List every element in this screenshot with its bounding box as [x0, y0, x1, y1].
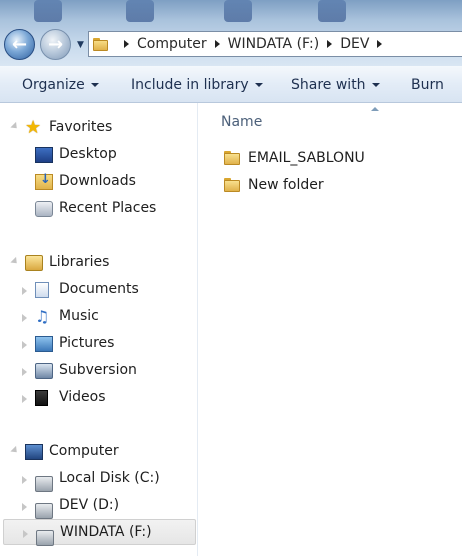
nav-item-windata-f[interactable]: WINDATA (F:) — [3, 519, 196, 546]
documents-icon — [35, 282, 49, 298]
subversion-icon — [35, 363, 53, 379]
videos-icon — [35, 390, 48, 406]
desktop-icon — [35, 147, 53, 163]
nav-item-dev-d[interactable]: DEV (D:) — [0, 493, 196, 519]
caret-down-icon — [90, 83, 99, 87]
nav-item-label: WINDATA (F:) — [60, 524, 152, 540]
back-button[interactable]: ← — [4, 29, 35, 60]
forward-arrow-icon: → — [47, 34, 64, 55]
nav-item-label: Videos — [59, 389, 106, 405]
expand-arrow-icon[interactable] — [22, 287, 27, 295]
caret-down-icon — [254, 83, 263, 87]
nav-item-label: Subversion — [59, 362, 137, 378]
column-header-name[interactable]: Name — [221, 114, 262, 130]
nav-item-label: DEV (D:) — [59, 497, 120, 513]
nav-item-label: Documents — [59, 281, 139, 297]
navigation-pane: ★ Favorites Desktop Downloads Recent Pla… — [0, 103, 198, 556]
expand-arrow-icon[interactable] — [22, 395, 27, 403]
nav-favorites-label: Favorites — [49, 119, 113, 135]
nav-item-documents[interactable]: Documents — [0, 277, 196, 303]
pictures-icon — [35, 336, 53, 352]
expand-arrow-icon[interactable] — [22, 368, 27, 376]
file-list-pane: Name EMAIL_SABLONU New folder — [199, 103, 462, 556]
file-item-label: EMAIL_SABLONU — [248, 150, 365, 166]
background-decoration — [318, 0, 346, 22]
organize-button[interactable]: Organize — [22, 77, 99, 93]
forward-button[interactable]: → — [40, 29, 71, 60]
hard-drive-icon — [36, 530, 54, 546]
breadcrumb-windata[interactable]: WINDATA (F:) — [228, 36, 320, 52]
address-bar[interactable]: Computer WINDATA (F:) DEV — [88, 31, 462, 57]
share-label: Share with — [291, 77, 366, 93]
nav-item-music[interactable]: ♫ Music — [0, 304, 196, 330]
downloads-icon — [35, 172, 53, 190]
background-decoration — [224, 0, 252, 22]
back-arrow-icon: ← — [11, 34, 28, 55]
nav-item-label: Downloads — [59, 173, 136, 189]
folder-icon — [224, 178, 240, 192]
nav-computer[interactable]: Computer — [0, 439, 196, 465]
recent-pages-dropdown-icon[interactable]: ▼ — [77, 40, 84, 50]
burn-button[interactable]: Burn — [411, 77, 444, 93]
nav-item-local-disk-c[interactable]: Local Disk (C:) — [0, 466, 196, 492]
include-label: Include in library — [131, 77, 249, 93]
expand-arrow-icon[interactable] — [22, 503, 27, 511]
nav-libraries-label: Libraries — [49, 254, 110, 270]
hard-drive-icon — [35, 476, 53, 492]
nav-item-label: Music — [59, 308, 99, 324]
background-decoration — [34, 0, 62, 22]
breadcrumb-separator-icon[interactable] — [124, 40, 129, 48]
nav-item-label: Recent Places — [59, 200, 157, 216]
file-item[interactable]: EMAIL_SABLONU — [221, 147, 451, 171]
music-note-icon: ♫ — [35, 307, 50, 326]
expand-arrow-icon[interactable] — [22, 476, 27, 484]
expand-arrow-icon[interactable] — [22, 314, 27, 322]
nav-item-desktop[interactable]: Desktop — [0, 142, 196, 168]
include-in-library-button[interactable]: Include in library — [131, 77, 263, 93]
folder-icon — [93, 37, 108, 51]
folder-icon — [224, 151, 240, 165]
recent-places-icon — [35, 201, 53, 217]
expand-arrow-icon[interactable] — [10, 121, 20, 132]
nav-item-videos[interactable]: Videos — [0, 385, 196, 411]
expand-arrow-icon[interactable] — [23, 530, 28, 538]
expand-arrow-icon[interactable] — [10, 445, 20, 456]
nav-computer-label: Computer — [49, 443, 119, 459]
burn-label: Burn — [411, 77, 444, 93]
caret-down-icon — [371, 83, 380, 87]
share-with-button[interactable]: Share with — [291, 77, 380, 93]
nav-item-label: Pictures — [59, 335, 115, 351]
nav-favorites[interactable]: ★ Favorites — [0, 115, 196, 141]
file-item-label: New folder — [248, 177, 324, 193]
star-icon: ★ — [25, 117, 42, 138]
computer-icon — [25, 444, 43, 460]
expand-arrow-icon[interactable] — [22, 341, 27, 349]
file-item[interactable]: New folder — [221, 174, 451, 198]
background-decoration — [126, 0, 154, 22]
breadcrumb-computer[interactable]: Computer — [137, 36, 207, 52]
nav-item-label: Desktop — [59, 146, 117, 162]
breadcrumb-dev[interactable]: DEV — [340, 36, 369, 52]
nav-libraries[interactable]: Libraries — [0, 250, 196, 276]
nav-item-pictures[interactable]: Pictures — [0, 331, 196, 357]
nav-item-subversion[interactable]: Subversion — [0, 358, 196, 384]
nav-item-recent-places[interactable]: Recent Places — [0, 196, 196, 222]
organize-label: Organize — [22, 77, 85, 93]
expand-arrow-icon[interactable] — [10, 256, 20, 267]
breadcrumb-separator-icon[interactable] — [214, 40, 220, 48]
sort-ascending-icon — [371, 107, 379, 111]
nav-item-downloads[interactable]: Downloads — [0, 169, 196, 195]
hard-drive-icon — [35, 503, 53, 519]
title-address-area: ← → ▼ Computer WINDATA (F:) DEV — [0, 0, 462, 66]
breadcrumb-separator-icon[interactable] — [327, 40, 333, 48]
libraries-icon — [25, 255, 43, 271]
nav-item-label: Local Disk (C:) — [59, 470, 160, 486]
breadcrumb-separator-icon[interactable] — [377, 40, 383, 48]
command-bar: Organize Include in library Share with B… — [0, 66, 462, 103]
